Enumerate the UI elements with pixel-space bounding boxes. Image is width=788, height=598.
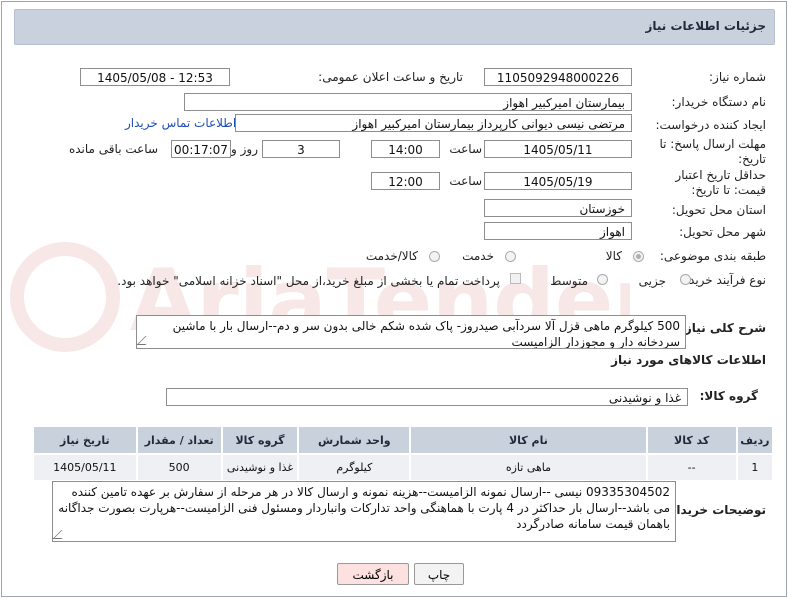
category-radio-goods-service[interactable] [429,251,440,262]
description-textarea: 500 کیلوگرم ماهی قزل آلا سردآبی صیدروز- … [136,315,686,349]
deadline-date-field: 1405/05/11 [484,140,632,158]
cell-group: غذا و نوشیدنی [220,453,300,482]
announce-date-field: 1405/05/08 - 12:53 [80,68,230,86]
process-option-minor: جزیی [638,274,666,288]
page-title: جزئیات اطلاعات نیاز [645,19,766,33]
goods-group-field: غذا و نوشیدنی [166,388,688,406]
process-radio-minor[interactable] [680,274,691,285]
col-code: کد کالا [645,425,738,455]
buyer-notes-textarea: 09335304502 نیسی --ارسال نمونه الزامیست-… [52,481,676,542]
remaining-time-field: 00:17:07 [171,140,231,158]
cell-qty: 500 [135,453,223,482]
cell-name: ماهی تازه [409,453,648,482]
category-option-service: خدمت [462,249,494,263]
print-button[interactable]: چاپ [414,563,464,585]
treasury-payment-checkbox[interactable] [510,273,521,284]
remaining-time-label: ساعت باقی مانده [68,142,158,156]
creator-field: مرتضی نیسی دیوانی کارپرداز بیمارستان امی… [235,114,632,132]
process-type-label: نوع فرآیند خرید : [681,273,766,287]
deadline-time-label: ساعت [449,142,482,156]
cell-code: -- [645,453,738,482]
back-button[interactable]: بازگشت [337,563,409,585]
validity-time-label: ساعت [449,174,482,188]
need-number-label: شماره نیاز: [709,70,766,84]
deadline-label: مهلت ارسال پاسخ: تا تاریخ: [659,137,766,166]
description-text: 500 کیلوگرم ماهی قزل آلا سردآبی صیدروز- … [172,319,680,349]
cell-unit: کیلوگرم [297,453,412,482]
buyer-label: نام دستگاه خریدار: [671,95,767,109]
buyer-notes-text: 09335304502 نیسی --ارسال نمونه الزامیست-… [58,485,670,531]
category-label: طبقه بندی موضوعی: [659,249,766,263]
buyer-contact-link[interactable]: اطلاعات تماس خریدار [125,116,236,130]
days-label: روز و [231,142,258,156]
deadline-time-field: 14:00 [371,140,440,158]
process-radio-medium[interactable] [597,274,608,285]
buyer-field: بیمارستان امیرکبیر اهواز [184,93,632,111]
goods-table: ردیف کد کالا نام کالا واحد شمارش گروه کا… [32,425,775,482]
col-name: نام کالا [409,425,648,455]
province-field: خوزستان [484,199,632,217]
goods-section-title: اطلاعات کالاهای مورد نیاز [611,353,766,367]
col-group: گروه کالا [220,425,300,455]
price-validity-label: حداقل تاریخ اعتبار قیمت: تا تاریخ: [675,168,766,197]
treasury-payment-note: پرداخت تمام یا بخشی از مبلغ خرید،از محل … [117,274,500,288]
goods-table-header: ردیف کد کالا نام کالا واحد شمارش گروه کا… [32,425,775,455]
process-option-medium: متوسط [550,274,588,288]
col-index: ردیف [735,425,775,455]
validity-date-field: 1405/05/19 [484,172,632,190]
days-remaining-field: 3 [262,140,340,158]
category-option-goods-service: کالا/خدمت [365,249,418,263]
announce-date-label: تاریخ و ساعت اعلان عمومی: [318,70,463,84]
creator-label: ایجاد کننده درخواست: [655,118,766,132]
province-label: استان محل تحویل: [671,203,766,217]
need-number-field: 1105092948000226 [484,68,632,86]
cell-index: 1 [735,453,775,482]
col-unit: واحد شمارش [297,425,412,455]
goods-group-label: گروه کالا: [699,389,758,403]
category-radio-service[interactable] [505,251,516,262]
validity-time-field: 12:00 [371,172,440,190]
table-row[interactable]: 1 -- ماهی تازه کیلوگرم غذا و نوشیدنی 500… [32,453,775,482]
buyer-notes-label: توضیحات خریدار: [664,503,766,517]
category-option-goods: کالا [605,249,622,263]
description-label: شرح کلی نیاز: [680,321,766,335]
city-field: اهواز [484,222,632,240]
cell-date: 1405/05/11 [32,453,138,482]
city-label: شهر محل تحویل: [679,225,766,239]
col-date: تاریخ نیاز [32,425,138,455]
col-qty: تعداد / مقدار [135,425,223,455]
category-radio-goods[interactable] [633,251,644,262]
